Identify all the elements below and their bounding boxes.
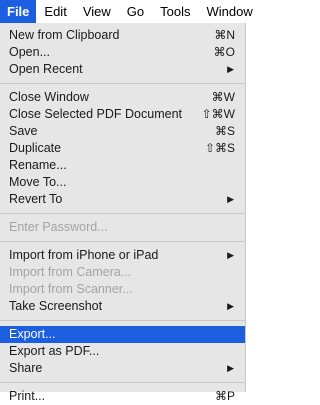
chevron-right-icon: ▶ [227, 250, 234, 260]
menu-item-label: Share [9, 361, 43, 375]
menu-separator [0, 241, 245, 242]
menu-item-take-screenshot[interactable]: Take Screenshot ▶ [0, 298, 245, 315]
menu-item-label: Enter Password... [9, 220, 108, 234]
menu-item-label: Import from Scanner... [9, 282, 133, 296]
menu-item-open[interactable]: Open... ⌘O [0, 44, 245, 61]
shortcut-label: ⇧⌘S [204, 141, 235, 155]
menu-item-duplicate[interactable]: Duplicate ⇧⌘S [0, 140, 245, 157]
menu-item-label: Take Screenshot [9, 299, 103, 313]
menu-item-label: Import from Camera... [9, 265, 132, 279]
shortcut-label: ⌘N [214, 28, 235, 42]
menu-item-enter-password: Enter Password... [0, 219, 245, 236]
shortcut-label: ⌘P [214, 389, 235, 403]
menu-item-rename[interactable]: Rename... [0, 157, 245, 174]
menu-item-label: Export as PDF... [9, 344, 100, 358]
menu-item-label: Close Window [9, 90, 89, 104]
menu-item-import-iphone[interactable]: Import from iPhone or iPad ▶ [0, 247, 245, 264]
menu-item-close-selected-pdf[interactable]: Close Selected PDF Document ⇧⌘W [0, 106, 245, 123]
menubar-file[interactable]: File [0, 0, 37, 23]
menu-item-revert-to[interactable]: Revert To ▶ [0, 191, 245, 208]
menu-item-label: Move To... [9, 175, 67, 189]
menu-item-label: New from Clipboard [9, 28, 120, 42]
menu-bar: File Edit View Go Tools Window [0, 0, 253, 23]
menu-item-label: Close Selected PDF Document [9, 107, 182, 121]
menubar-tools[interactable]: Tools [152, 0, 198, 23]
menu-item-open-recent[interactable]: Open Recent ▶ [0, 61, 245, 78]
menu-item-share[interactable]: Share ▶ [0, 360, 245, 377]
menu-separator [0, 213, 245, 214]
menu-item-save[interactable]: Save ⌘S [0, 123, 245, 140]
menubar-edit[interactable]: Edit [36, 0, 74, 23]
menu-separator [0, 382, 245, 383]
shortcut-label: ⌘O [213, 45, 235, 59]
menu-item-label: Revert To [9, 192, 63, 206]
menu-item-label: Save [9, 124, 38, 138]
chevron-right-icon: ▶ [227, 194, 234, 204]
chevron-right-icon: ▶ [227, 64, 234, 74]
shortcut-label: ⌘W [211, 90, 235, 104]
menubar-view[interactable]: View [75, 0, 119, 23]
menu-item-label: Open Recent [9, 62, 83, 76]
menu-item-move-to[interactable]: Move To... [0, 174, 245, 191]
menu-item-export[interactable]: Export... [0, 326, 245, 343]
file-menu: New from Clipboard ⌘N Open... ⌘O Open Re… [0, 23, 246, 403]
menu-item-import-camera: Import from Camera... [0, 264, 245, 281]
chevron-right-icon: ▶ [227, 363, 234, 373]
chevron-right-icon: ▶ [227, 301, 234, 311]
menu-item-label: Open... [9, 45, 50, 59]
menu-item-label: Import from iPhone or iPad [9, 248, 159, 262]
menu-item-label: Duplicate [9, 141, 62, 155]
menu-item-close-window[interactable]: Close Window ⌘W [0, 89, 245, 106]
menu-item-new-from-clipboard[interactable]: New from Clipboard ⌘N [0, 27, 245, 44]
menu-separator [0, 83, 245, 84]
menu-item-label: Rename... [9, 158, 67, 172]
menu-item-print[interactable]: Print... ⌘P [0, 388, 245, 405]
menu-item-label: Export... [9, 327, 56, 341]
menu-item-import-scanner: Import from Scanner... [0, 281, 245, 298]
menu-item-export-as-pdf[interactable]: Export as PDF... [0, 343, 245, 360]
menu-item-label: Print... [9, 389, 46, 403]
menubar-go[interactable]: Go [119, 0, 152, 23]
menu-separator [0, 320, 245, 321]
menubar-window[interactable]: Window [198, 0, 260, 23]
shortcut-label: ⌘S [214, 124, 235, 138]
shortcut-label: ⇧⌘W [201, 107, 235, 121]
